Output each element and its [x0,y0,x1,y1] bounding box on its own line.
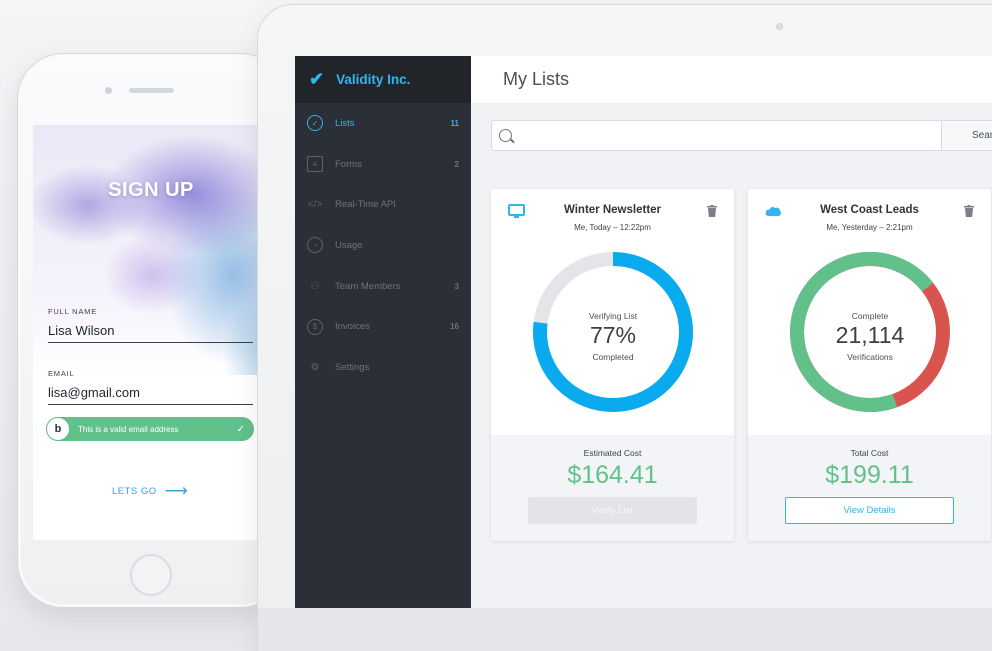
email-field[interactable]: lisa@gmail.com [48,385,140,400]
sidebar-item-label: Forms [335,158,362,170]
gear-icon: ⚙ [310,361,320,373]
ring-status-caption: Verifications [847,352,893,362]
verify-list-button[interactable]: Verify List [528,497,697,524]
phone-home-button [130,554,172,596]
validity-logo-icon: ✔ [309,69,325,89]
list-card-winter-newsletter[interactable]: Winter Newsletter Me, Today – 12:22pm Ve… [491,189,734,541]
signup-screen: SIGN UP FULL NAME Lisa Wilson EMAIL lisa… [33,125,288,540]
email-underline [48,404,253,405]
search-button[interactable]: Sear [941,120,992,151]
search-icon [499,129,512,142]
main-content: My Lists Sear Winter Newsletter Me, Toda… [471,56,992,609]
card-title: West Coast Leads [820,204,919,216]
check-circle-icon: ✓ [307,115,323,132]
app-window: ✔ Validity Inc. ✓ Lists 11 ≡ Forms 2 </>… [295,56,992,609]
brand[interactable]: ✔ Validity Inc. [295,56,471,103]
sidebar-item-label: Real-Time API [335,199,396,211]
cost-label: Total Cost [850,448,889,458]
clipboard-icon: ≡ [307,156,323,173]
full-name-field[interactable]: Lisa Wilson [48,323,114,338]
sidebar-item-settings[interactable]: ⚙ Settings [295,347,471,388]
sidebar-item-count: 11 [450,118,459,128]
cost-panel: Total Cost $199.11 View Details [748,435,991,541]
phone-camera [105,87,112,94]
brand-name: Validity Inc. [336,72,411,87]
sidebar-item-label: Lists [335,117,355,129]
search-bar: Sear [491,120,992,151]
trash-icon[interactable] [964,205,974,217]
dollar-icon: $ [307,318,323,335]
lets-go-button[interactable]: LETS GO ⟶ [112,482,189,500]
view-details-button[interactable]: View Details [785,497,954,524]
email-valid-badge: b This is a valid email address ✓ [46,417,254,441]
sidebar-item-count: 3 [454,281,459,291]
search-input[interactable] [512,121,992,150]
ring-status-label: Complete [851,311,889,321]
trash-icon[interactable] [707,205,717,217]
sidebar: ✔ Validity Inc. ✓ Lists 11 ≡ Forms 2 </>… [295,56,471,609]
sidebar-item-label: Settings [335,361,370,373]
page-header: My Lists [471,56,992,103]
card-title: Winter Newsletter [563,204,662,216]
page-title: My Lists [503,69,570,89]
phone-speaker [129,88,174,93]
sidebar-item-lists[interactable]: ✓ Lists 11 [295,103,471,144]
sidebar-item-forms[interactable]: ≡ Forms 2 [295,144,471,185]
laptop-base [258,608,992,651]
sidebar-item-count: 16 [450,322,459,332]
full-name-label: FULL NAME [48,307,98,316]
sidebar-item-count: 2 [454,159,459,169]
card-subtitle: Me, Today – 12:22pm [574,223,651,232]
laptop-device: ✔ Validity Inc. ✓ Lists 11 ≡ Forms 2 </>… [257,4,992,651]
code-icon: </> [307,199,323,211]
pie-chart-icon: ◔ [307,237,323,254]
ring-status-value: 21,114 [835,322,905,348]
laptop-camera [776,23,783,30]
sidebar-item-team-members[interactable]: ⚇ Team Members 3 [295,266,471,307]
sidebar-item-label: Invoices [335,321,370,333]
full-name-underline [48,342,253,343]
ring-status-caption: Completed [592,352,634,362]
cost-value: $199.11 [825,461,914,489]
users-icon: ⚇ [310,280,320,292]
card-subtitle: Me, Yesterday – 2:21pm [826,223,913,232]
checkmark-icon: ✓ [236,423,245,435]
sidebar-item-real-time-api[interactable]: </> Real-Time API [295,184,471,225]
signup-title: SIGN UP [108,179,194,201]
email-label: EMAIL [48,369,75,378]
cost-label: Estimated Cost [583,448,642,458]
ring-status-label: Verifying List [588,311,638,321]
cost-panel: Estimated Cost $164.41 Verify List [491,435,734,541]
arrow-right-icon: ⟶ [164,482,189,500]
email-valid-text: This is a valid email address [78,424,179,434]
sidebar-item-usage[interactable]: ◔ Usage [295,225,471,266]
sidebar-item-label: Team Members [335,280,401,292]
sidebar-item-label: Usage [335,239,363,251]
phone-device: SIGN UP FULL NAME Lisa Wilson EMAIL lisa… [17,53,288,608]
ring-status-value: 77% [589,322,637,348]
validity-logo-icon: b [46,417,70,441]
lets-go-label: LETS GO [112,486,157,497]
list-card-west-coast-leads[interactable]: West Coast Leads Me, Yesterday – 2:21pm … [748,189,991,541]
cost-value: $164.41 [567,461,658,489]
sidebar-item-invoices[interactable]: $ Invoices 16 [295,306,471,347]
